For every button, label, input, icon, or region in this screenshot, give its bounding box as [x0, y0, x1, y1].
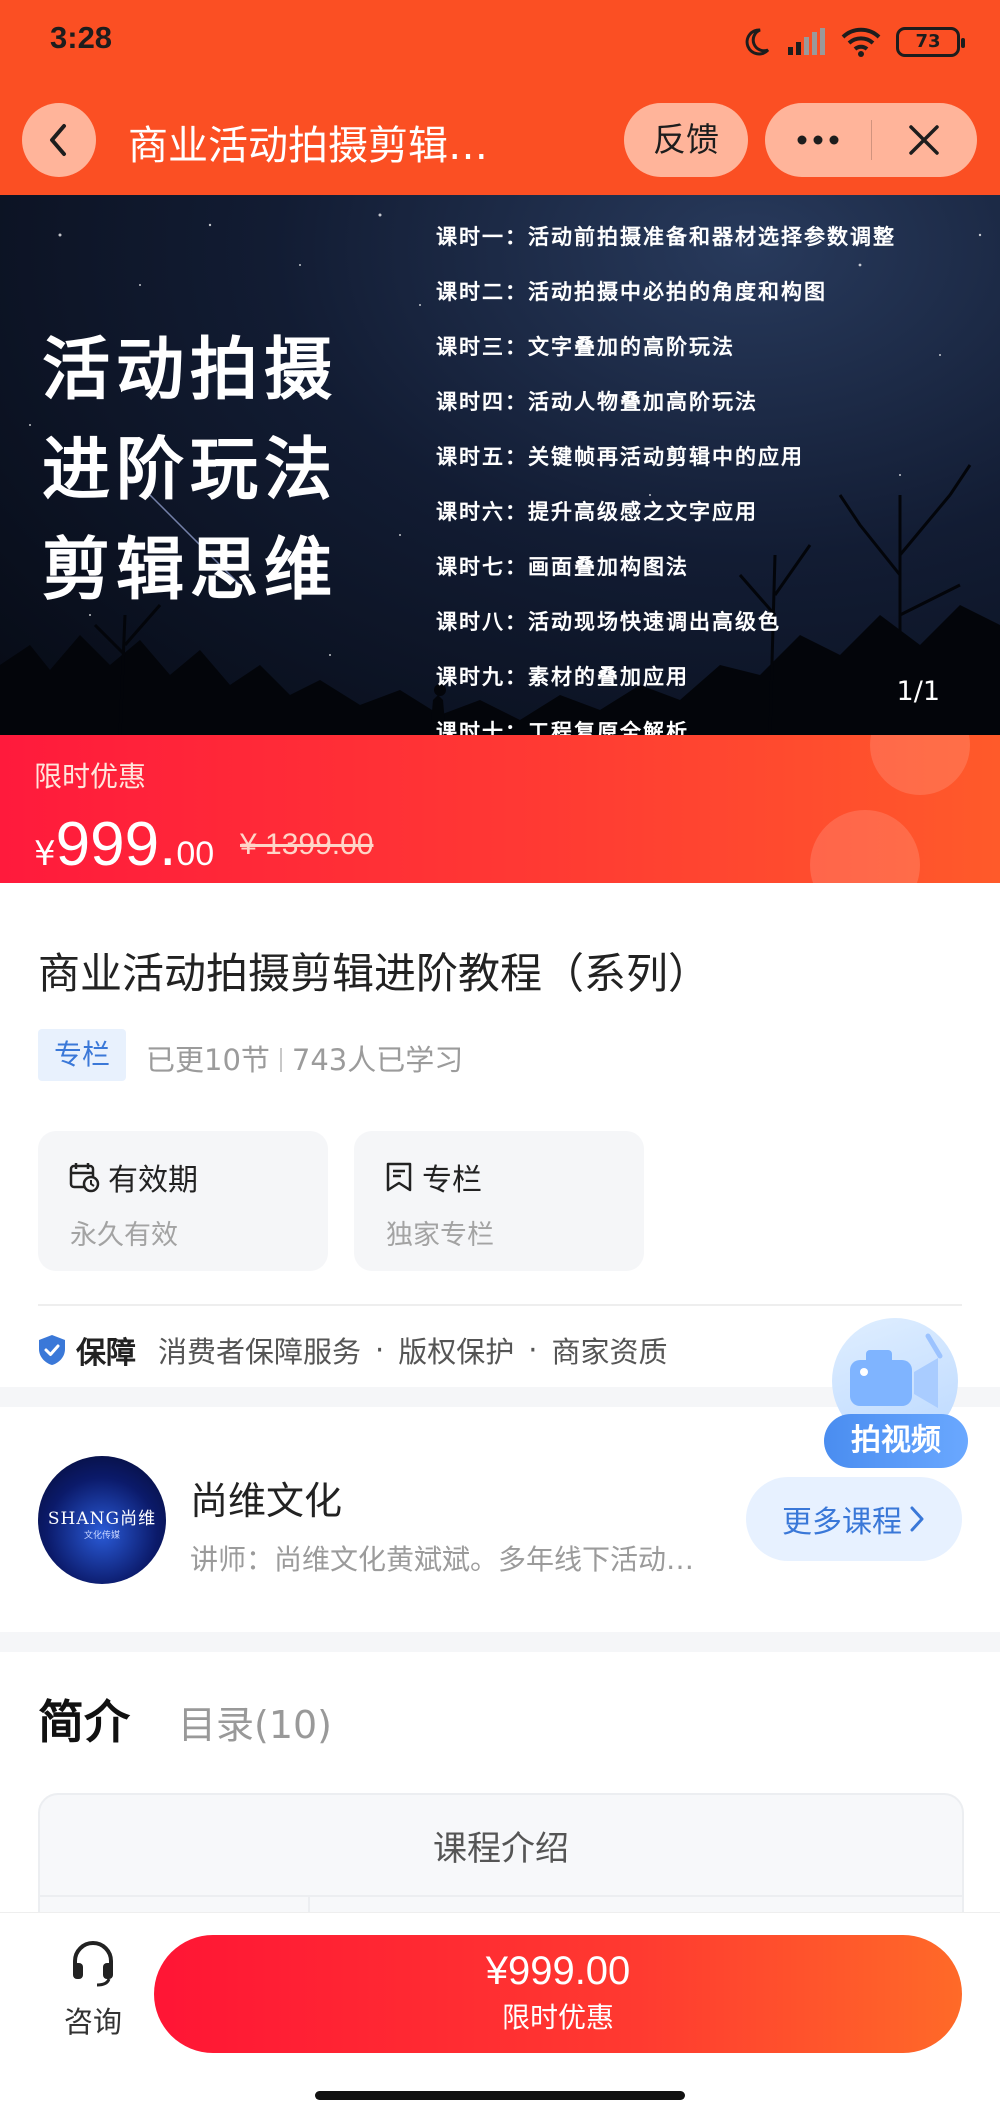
buy-button-label: 限时优惠: [501, 2001, 614, 2034]
mini-program-capsule: [765, 103, 977, 177]
banner-lesson-item: 课时十：工程复原全解析: [436, 719, 689, 735]
learner-count: 743人已学习: [291, 1043, 464, 1077]
tab-catalog[interactable]: 目录(10): [178, 1694, 332, 1749]
tab-intro[interactable]: 简介: [38, 1686, 138, 1752]
banner-headline: 活动拍摄 进阶玩法 剪辑思维: [42, 320, 338, 620]
home-indicator[interactable]: [315, 2091, 685, 2100]
banner-headline-line: 剪辑思维: [42, 530, 339, 610]
nav-title: 商业活动拍摄剪辑…: [128, 123, 488, 169]
banner-lesson-item: 课时四：活动人物叠加高阶玩法: [436, 389, 758, 414]
chevron-right-icon: [910, 1506, 924, 1532]
author-avatar[interactable]: SHANG尚维 文化传媒: [38, 1456, 166, 1584]
bottom-action-bar: 咨询 ¥999.00 限时优惠: [0, 1912, 1000, 2111]
chevron-left-icon: [50, 124, 66, 156]
column-tag: 专栏: [38, 1029, 126, 1081]
more-options-button[interactable]: [765, 103, 871, 177]
column-value: 独家专栏: [386, 1220, 494, 1251]
moon-icon: [745, 28, 770, 56]
calendar-clock-icon: [69, 1163, 100, 1193]
column-card-title: 专栏: [384, 1155, 482, 1199]
updated-count: 已更10节: [146, 1043, 270, 1077]
course-title: 商业活动拍摄剪辑进阶教程（系列）: [38, 949, 711, 998]
validity-card: 有效期 永久有效: [38, 1131, 328, 1271]
shoot-video-label: 拍视频: [824, 1414, 968, 1468]
guarantee-item: 消费者保障服务: [158, 1335, 362, 1369]
validity-label: 有效期: [108, 1163, 198, 1198]
price-currency: ¥: [34, 834, 56, 874]
avatar-logo-subtext: 文化传媒: [83, 1531, 120, 1541]
banner-lesson-item: 课时三：文字叠加的高阶玩法: [436, 334, 735, 359]
column-card: 专栏 独家专栏: [354, 1131, 644, 1271]
camera-icon: [850, 1333, 943, 1408]
price-decimal: 00: [176, 835, 215, 873]
more-courses-label: 更多课程: [782, 1505, 902, 1540]
consult-button[interactable]: 咨询: [52, 1939, 134, 2041]
validity-value: 永久有效: [70, 1220, 178, 1251]
close-button[interactable]: [872, 103, 978, 177]
author-description: 讲师：尚维文化黄斌斌。多年线下活动…: [190, 1543, 695, 1576]
battery-indicator: 73: [896, 27, 965, 57]
banner-lesson-item: 课时二：活动拍摄中必拍的角度和构图: [436, 279, 827, 304]
shield-check-icon: [39, 1335, 65, 1365]
banner-lesson-item: 课时七：画面叠加构图法: [436, 554, 689, 579]
author-name[interactable]: 尚维文化: [190, 1470, 342, 1525]
banner-headline-line: 进阶玩法: [42, 430, 339, 510]
banner-lesson-item: 课时八：活动现场快速调出高级色: [436, 609, 781, 634]
price-integer: 999.: [55, 810, 177, 879]
divider: [38, 1304, 962, 1306]
original-price: ¥ 1399.00: [240, 828, 374, 861]
banner-lesson-list: 课时一：活动前拍摄准备和器材选择参数调整 课时二：活动拍摄中必拍的角度和构图 课…: [436, 209, 896, 735]
intro-box-divider: [40, 1895, 962, 1897]
consult-label: 咨询: [63, 2005, 122, 2039]
bookmark-icon: [386, 1162, 412, 1192]
decor-bubble: [810, 810, 920, 883]
buy-button-price: ¥999.00: [485, 1949, 631, 1993]
shoot-video-float-button[interactable]: 拍视频: [820, 1318, 970, 1478]
guarantee-item: 商家资质: [551, 1335, 668, 1369]
banner-headline-line: 活动拍摄: [42, 330, 339, 410]
separator-dot: ·: [528, 1333, 538, 1367]
intro-box-title: 课程介绍: [433, 1829, 569, 1869]
course-meta: 已更10节 743人已学习: [146, 1037, 463, 1079]
meta-divider: [279, 1048, 282, 1072]
wifi-icon: [841, 27, 881, 57]
course-banner[interactable]: 活动拍摄 进阶玩法 剪辑思维 课时一：活动前拍摄准备和器材选择参数调整 课时二：…: [0, 195, 1000, 735]
validity-card-title: 有效期: [68, 1155, 198, 1199]
banner-lesson-item: 课时六：提升高级感之文字应用: [436, 499, 758, 524]
banner-lesson-item: 课时九：素材的叠加应用: [436, 664, 689, 689]
section-gap: [0, 1632, 1000, 1652]
guarantee-item: 版权保护: [398, 1335, 515, 1369]
banner-lesson-item: 课时五：关键帧再活动剪辑中的应用: [436, 444, 804, 469]
close-icon: [909, 125, 939, 155]
feedback-button[interactable]: 反馈: [624, 103, 748, 177]
guarantee-row[interactable]: 保障 消费者保障服务 · 版权保护 · 商家资质: [36, 1328, 667, 1372]
banner-lesson-item: 课时一：活动前拍摄准备和器材选择参数调整: [436, 224, 896, 249]
status-icons: 73: [740, 22, 965, 62]
status-time: 3:28: [50, 20, 113, 55]
buy-button[interactable]: ¥999.00 限时优惠: [154, 1935, 962, 2053]
top-bar: 3:28 73 商业活动拍摄剪辑… 反馈: [0, 0, 1000, 195]
decor-bubble: [870, 735, 970, 795]
more-courses-button[interactable]: 更多课程: [746, 1477, 962, 1561]
back-button[interactable]: [22, 103, 96, 177]
column-label: 专栏: [422, 1163, 482, 1198]
price-band: 限时优惠 ¥999.00 ¥ 1399.00: [0, 735, 1000, 883]
signal-icon: [788, 28, 825, 55]
more-dots-icon: [797, 135, 839, 145]
banner-page-indicator: 1/1: [896, 676, 940, 707]
guarantee-title: 保障: [76, 1336, 136, 1371]
separator-dot: ·: [375, 1333, 385, 1367]
promo-label: 限时优惠: [34, 760, 147, 793]
current-price: ¥999.00: [34, 809, 214, 880]
headset-icon: [73, 1941, 113, 1987]
avatar-logo-text: SHANG尚维: [47, 1509, 157, 1529]
tab-intro-label: 简介: [38, 1695, 130, 1749]
